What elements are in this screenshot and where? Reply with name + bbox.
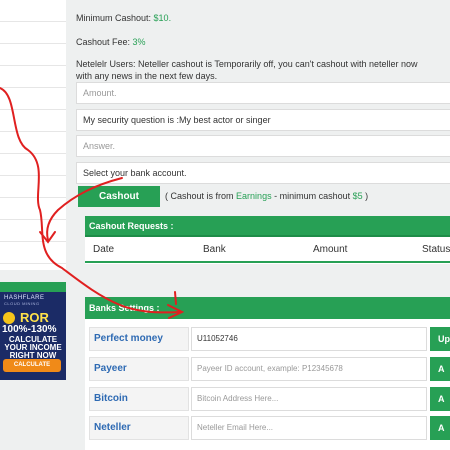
ad-percent: 100%-130% [2, 324, 57, 335]
security-question-field: My security question is :My best actor o… [76, 109, 450, 131]
column-date: Date [93, 244, 115, 255]
min-cashout-info: Minimum Cashout: $10. [76, 13, 172, 23]
cashout-main: Minimum Cashout: $10. Cashout Fee: 3% Ne… [66, 0, 450, 450]
payeer-input[interactable]: Payeer ID account, example: P12345678 [191, 357, 427, 381]
column-bank: Bank [203, 244, 226, 255]
bank-label-perfect-money: Perfect money [89, 327, 189, 351]
sidebar-item[interactable] [0, 110, 66, 132]
sidebar-item[interactable] [0, 154, 66, 176]
sidebar-item[interactable] [0, 22, 66, 44]
sidebar-item[interactable] [0, 66, 66, 88]
column-status: Status [422, 244, 450, 255]
cashout-fee-info: Cashout Fee: 3% [76, 37, 146, 47]
payeer-add-button[interactable]: A [430, 357, 450, 381]
banks-settings-panel: Banks Settings : Perfect money U11052746… [85, 297, 450, 450]
ad-calculate-button[interactable]: CALCULATE [3, 359, 61, 372]
bank-label-bitcoin: Bitcoin [89, 387, 189, 411]
sidebar-item[interactable] [0, 132, 66, 154]
sidebar-item[interactable] [0, 198, 66, 220]
sidebar-item[interactable] [0, 44, 66, 66]
sidebar-ad-header [0, 282, 66, 292]
perfect-money-input[interactable]: U11052746 [191, 327, 427, 351]
min-cashout-note-value: $5 [352, 191, 363, 201]
bank-label-neteller: Neteller [89, 416, 189, 440]
sidebar-list [0, 0, 66, 270]
banks-settings-title: Banks Settings : [85, 297, 450, 319]
ad-brand: HASHFLARE CLOUD MINING [4, 295, 45, 306]
bitcoin-input[interactable]: Bitcoin Address Here... [191, 387, 427, 411]
answer-input[interactable]: Answer. [76, 135, 450, 157]
min-cashout-value: $10. [153, 13, 172, 23]
column-amount: Amount [313, 244, 348, 255]
bank-account-select[interactable]: Select your bank account. [76, 162, 450, 184]
sidebar-item[interactable] [0, 88, 66, 110]
sidebar-item[interactable] [0, 176, 66, 198]
neteller-notice-line-1: Netelelr Users: Neteller cashout is Temp… [76, 59, 418, 69]
cashout-button[interactable]: Cashout [78, 186, 160, 207]
cashout-requests-panel: Cashout Requests : Date Bank Amount Stat… [85, 216, 450, 264]
sidebar: HASHFLARE CLOUD MINING ROR 100%-130% CAL… [0, 0, 66, 450]
cashout-note: ( Cashout is from Earnings - minimum cas… [165, 191, 369, 201]
neteller-notice-line-2: with any news in the next few days. [76, 71, 218, 81]
bitcoin-add-button[interactable]: A [430, 387, 450, 411]
cashout-requests-title: Cashout Requests : [85, 216, 450, 237]
sidebar-item[interactable] [0, 242, 66, 264]
earnings-link[interactable]: Earnings [236, 191, 272, 201]
bank-label-payeer: Payeer [89, 357, 189, 381]
neteller-input[interactable]: Neteller Email Here... [191, 416, 427, 440]
sidebar-item[interactable] [0, 0, 66, 22]
neteller-add-button[interactable]: A [430, 416, 450, 440]
sidebar-gap [0, 270, 66, 282]
ad-ror: ROR [20, 310, 49, 325]
sidebar-item[interactable] [0, 220, 66, 242]
cashout-fee-value: 3% [132, 37, 146, 47]
coin-icon [3, 312, 15, 324]
hashflare-ad-banner[interactable]: HASHFLARE CLOUD MINING ROR 100%-130% CAL… [0, 292, 66, 380]
requests-divider [85, 261, 450, 263]
perfect-money-update-button[interactable]: Up [430, 327, 450, 351]
amount-input[interactable]: Amount. [76, 82, 450, 104]
